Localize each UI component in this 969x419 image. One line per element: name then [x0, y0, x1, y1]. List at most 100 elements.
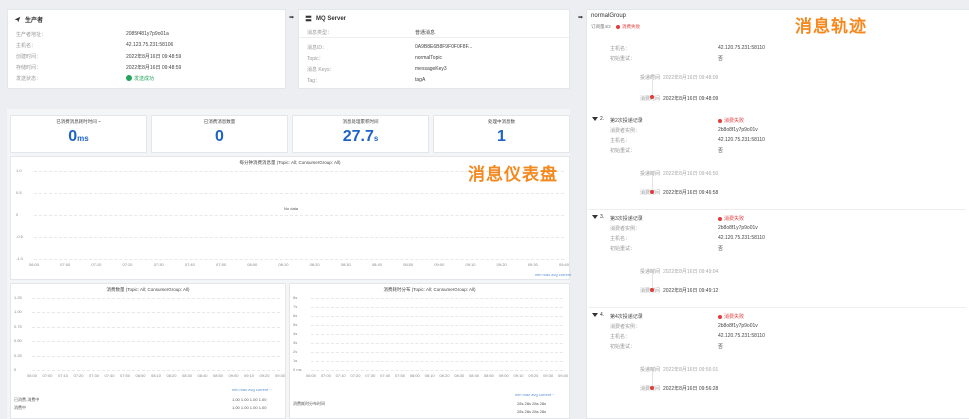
trace-host-value: 42.120.75.231:58110	[718, 45, 765, 51]
mq-server-title: MQ Server	[316, 15, 347, 22]
right-chart-gridline	[311, 316, 563, 317]
deliver-time-label: 投递时间	[640, 171, 661, 177]
legend-series-values: 28s 28s 28s 28s	[517, 401, 547, 406]
trace-callout: 消息轨迹	[795, 17, 867, 37]
right-chart-xtick: 08:00	[409, 373, 420, 378]
mq-row: 消息ID： 0A9B8E6B8F9F0F0F8F...	[299, 42, 569, 52]
trace-record-status-text: 消费失败	[724, 216, 745, 222]
timeline-dot-fail	[650, 190, 654, 194]
kpi-title: 已消费消息数量	[203, 119, 236, 124]
trace-record-toggle[interactable]: 2.	[592, 116, 604, 122]
producer-row-value: 2022年8月16日 09:48:59	[126, 64, 182, 71]
right-chart-ytick: 6s	[293, 313, 298, 318]
trace-record[interactable]: 4. 第4次投递记录 消费失败 消费者实例： 2b8o8f1y7p9o01v 主机名： 42…	[588, 310, 969, 404]
kpi-unit: s	[373, 134, 379, 143]
trace-value: 42.120.75.231:58110	[718, 333, 765, 339]
right-chart-xtick: 09:10	[513, 373, 524, 378]
main-chart-xtick: 09:10	[465, 262, 476, 267]
main-chart-xtick: 09:40	[559, 262, 570, 267]
main-chart-xtick: 08:10	[278, 262, 289, 267]
left-chart-ytick: 0.25	[14, 352, 22, 358]
kpi-number: 27.7	[342, 128, 374, 145]
left-chart-xtick: 07:30	[89, 373, 100, 378]
left-chart-ytick: 0.50	[14, 338, 22, 344]
left-chart-xtick: 08:30	[182, 373, 193, 378]
right-chart-gridline	[311, 361, 563, 362]
main-chart-gridline	[34, 215, 564, 216]
mq-row: Tag： tagA	[299, 75, 569, 85]
left-legend-head[interactable]: min max avg current ~	[232, 387, 272, 392]
right-chart-xtick: 08:30	[454, 373, 465, 378]
trace-record-head: 第3次投递记录	[610, 216, 643, 222]
arrow-right-icon: ➡	[578, 15, 584, 21]
right-chart-ytick: 3s	[293, 340, 298, 345]
kpi-value: 1	[434, 128, 569, 146]
left-chart-gridline	[32, 341, 280, 343]
left-chart-gridline	[32, 355, 280, 357]
kpi-unit: ms	[77, 134, 89, 143]
producer-row-label: 创建时间：	[16, 53, 42, 60]
right-chart-xtick: 09:00	[498, 373, 509, 378]
deliver-time-label: 投递时间	[640, 367, 661, 373]
trace-label: 初始重试：	[610, 148, 636, 154]
trace-first-record: 主机名： 42.120.75.231:58110 初始重试： 否 投递时间 20…	[588, 42, 968, 106]
dashboard-callout: 消息仪表盘	[468, 165, 558, 185]
producer-row: 主机名： 42.123.75.231:58106	[8, 40, 285, 50]
main-chart-xtick: 06:00	[29, 262, 40, 267]
left-chart-gridline	[32, 370, 280, 371]
trace-record[interactable]: 2. 第2次投递记录 消费失败 消费者实例： 2b8o8f1y7p9o01v 主机名： 42…	[588, 114, 969, 208]
timeline-dot-fail	[650, 288, 654, 292]
right-chart-xtick: 09:20	[528, 373, 539, 378]
legend-series-name: 消费中	[14, 405, 26, 410]
trace-retry-value: 否	[718, 56, 724, 62]
trace-record-status-text: 消费失败	[724, 314, 745, 320]
mq-row: Topic： normalTopic	[299, 53, 569, 63]
main-chart-xtick: 09:00	[434, 262, 445, 267]
mq-server-card: MQ Server 消息类型： 普通消息 消息ID： 0A9B8E6B8F9F0…	[298, 9, 570, 89]
trace-host-label: 主机名：	[610, 46, 631, 52]
trace-retry-label: 初始重试：	[610, 56, 636, 62]
arrow-right-icon: ➡	[289, 15, 295, 21]
send-status-text: 发送成功	[134, 75, 155, 82]
main-chart-xtick: 08:50	[403, 262, 414, 267]
right-chart-gridline	[311, 307, 563, 308]
trace-record-index: 2.	[600, 116, 605, 122]
main-chart-legend[interactable]: min max avg current	[535, 272, 571, 277]
producer-row-label: 生产者地址：	[16, 31, 47, 38]
consume-latency-panel: 消费耗时分布 (Topic: All; ConsumerGroup: All)	[289, 283, 570, 419]
right-chart-gridline	[311, 370, 563, 371]
main-chart-xtick: 07:20	[122, 262, 133, 267]
trace-record-status: 消费失败	[718, 117, 744, 124]
trace-record-toggle[interactable]: 4.	[592, 312, 604, 318]
trace-record-head: 第2次投递记录	[610, 118, 643, 124]
producer-row: 发送状态： 发送成功	[8, 73, 285, 83]
deliver-time-value: 2022年8月16日 09:49:04	[663, 269, 719, 275]
main-chart-xtick: 09:30	[527, 262, 538, 267]
trace-record[interactable]: 3. 第3次投递记录 消费失败 消费者实例： 2b8o8f1y7p9o01v 主机名： 42…	[588, 212, 969, 306]
mq-row-label: Topic：	[307, 55, 324, 62]
producer-row-value: 2085f481y7p9o01a	[126, 31, 169, 37]
right-chart-ytick: 4s	[293, 331, 298, 336]
right-chart-gridline	[311, 298, 563, 299]
main-chart-ytick: 0.5	[16, 190, 22, 195]
caret-down-icon	[592, 116, 598, 121]
left-chart-xtick: 09:10	[244, 373, 255, 378]
mq-row-value: tagA	[415, 77, 426, 83]
left-chart-xtick: 07:20	[73, 373, 84, 378]
mq-server-header: MQ Server	[305, 15, 346, 22]
deliver-time-label: 投递时间	[640, 75, 661, 81]
main-chart-ytick: -0.5	[16, 234, 23, 239]
mq-type-value: 普通消息	[415, 30, 436, 36]
left-chart-xtick: 08:00	[135, 373, 146, 378]
trace-record-status-text: 消费失败	[724, 118, 745, 124]
trace-value: 42.120.75.231:58110	[718, 137, 765, 143]
main-chart-gridline	[34, 193, 564, 194]
trace-record-toggle[interactable]: 3.	[592, 214, 604, 220]
right-legend-head[interactable]: min max avg current ~	[515, 392, 555, 397]
timeline-dot	[651, 368, 654, 371]
send-icon	[14, 16, 21, 23]
kpi-title: 消息处理累积时间	[342, 119, 379, 124]
trace-record-status: 消费失败	[718, 313, 744, 320]
trace-label: 初始重试：	[610, 344, 636, 350]
consume-time-value: 2022年8月16日 09:49:12	[663, 288, 719, 294]
